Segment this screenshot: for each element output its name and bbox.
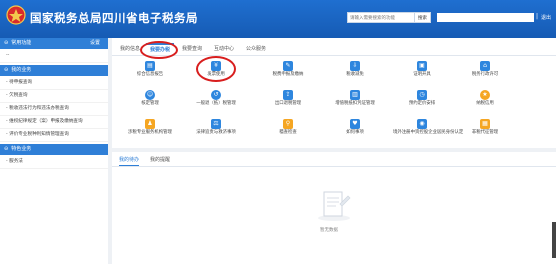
help-icon: ♥ (350, 119, 360, 129)
tile-refund[interactable]: ↺ 一般退（抵）税管理 (187, 89, 245, 115)
sidebar: ⊖ 常用功能 设置 -- ⊖ 我的业务 - 待申报查询 - 欠税查询 - 税收违法行… (0, 38, 108, 264)
sidebar-section-my-business[interactable]: ⊖ 我的业务 (0, 65, 108, 76)
tax-declare-icon: ✎ (283, 61, 293, 71)
tile-info-report[interactable]: ▤ 综合信息报告 (121, 60, 179, 86)
nontax-icon: ▦ (480, 119, 490, 129)
settings-link[interactable]: 设置 (90, 38, 100, 49)
doc-icon: ▤ (145, 61, 155, 71)
export-refund-icon: ⇪ (283, 90, 293, 100)
tile-label: 税费申报及缴纳 (272, 72, 304, 77)
tab-public-service[interactable]: 公众服务 (242, 43, 270, 55)
tile-label: 核定管理 (141, 101, 159, 106)
sidebar-item[interactable]: - 待申报查询 (0, 77, 108, 90)
agency-icon: ♟ (145, 119, 155, 129)
tile-label: 增值税抵扣凭证管理 (335, 101, 375, 106)
minus-circle-icon: ⊖ (4, 67, 9, 73)
tile-label: 一般退（抵）税管理 (196, 101, 236, 106)
tax-emblem-icon (6, 5, 26, 25)
top-header: 国家税务总局四川省电子税务局 搜索 | 退出 (0, 0, 556, 38)
tile-vat-deduct[interactable]: ▥ 增值税抵扣凭证管理 (326, 89, 384, 115)
tile-label: 非税代征管理 (471, 130, 499, 135)
service-panel: 我的信息 我要办税 我要查询 互动中心 公众服务 ▤ 综合信息报告 ¥ 发票使用… (112, 38, 556, 148)
bottom-tab-bar: 我的待办 我的提醒 (112, 155, 312, 166)
vat-deduct-icon: ▥ (350, 90, 360, 100)
site-title: 国家税务总局四川省电子税务局 (30, 11, 198, 25)
tile-label: 纳税信用 (476, 101, 494, 106)
logout-link[interactable]: 退出 (541, 14, 551, 21)
resident-icon: ◉ (417, 119, 427, 129)
empty-document-icon (318, 191, 351, 221)
tab-query[interactable]: 我要查询 (178, 43, 206, 55)
sidebar-item[interactable]: - 评价专业税种利知情管理查询 (0, 129, 108, 142)
tile-agency[interactable]: ♟ 涉税专业服务机构管理 (121, 118, 179, 144)
tile-declare[interactable]: ✎ 税费申报及缴纳 (259, 60, 317, 86)
tile-pricing[interactable]: ◷ 预约定价安排 (393, 89, 451, 115)
header-separator: | (536, 13, 539, 20)
tile-legal[interactable]: ⚖ 法律追责与救济事项 (187, 118, 245, 144)
minus-circle-icon: ⊖ (4, 40, 9, 46)
approve-icon: ☺ (145, 90, 155, 100)
tile-approve[interactable]: ☺ 核定管理 (121, 89, 179, 115)
sidebar-section-label: 常用功能 (11, 40, 32, 46)
todo-panel: 我的待办 我的提醒 暂无数据 (112, 152, 556, 264)
pricing-icon: ◷ (417, 90, 427, 100)
tile-nontax[interactable]: ▦ 非税代征管理 (456, 118, 514, 144)
tile-label: 稽查检查 (279, 130, 297, 135)
tile-label: 预约定价安排 (408, 101, 436, 106)
sidebar-section-label: 特色业务 (11, 146, 32, 152)
tile-label: 税收减免 (346, 72, 364, 77)
legal-icon: ⚖ (211, 119, 221, 129)
sidebar-section-specific[interactable]: ⊖ 特色业务 (0, 144, 108, 155)
sidebar-item[interactable]: -- (0, 50, 108, 63)
sidebar-section-label: 我的业务 (11, 67, 32, 73)
invoice-icon: ¥ (211, 61, 221, 71)
tax-reduce-icon: ⇩ (350, 61, 360, 71)
tile-resident[interactable]: ◉ 境外注册中资控股企业居民身份认定 (393, 118, 464, 144)
tile-label: 涉税专业服务机构管理 (128, 130, 172, 135)
user-info-bar[interactable] (437, 13, 534, 22)
sidebar-item[interactable]: - 税收违法行为和违法办税查询 (0, 103, 108, 116)
sidebar-section-common[interactable]: ⊖ 常用功能 设置 (0, 38, 108, 49)
search-input[interactable] (347, 12, 415, 23)
tile-label: 综合信息报告 (136, 72, 164, 77)
tile-label: 发票使用 (207, 72, 225, 77)
tab-bar: 我的信息 我要办税 我要查询 互动中心 公众服务 (112, 43, 312, 57)
tile-help[interactable]: ♥ 如何事项 (326, 118, 384, 144)
tab-my-info[interactable]: 我的信息 (116, 43, 144, 55)
credit-icon: ★ (480, 90, 490, 100)
tile-inspection[interactable]: ⚲ 稽查检查 (259, 118, 317, 144)
sidebar-item[interactable]: - 欠税查询 (0, 90, 108, 103)
tile-label: 境外注册中资控股企业居民身份认定 (393, 130, 464, 135)
tile-label: 如何事项 (346, 130, 364, 135)
minus-circle-icon: ⊖ (4, 146, 9, 152)
tab-my-todo[interactable]: 我的待办 (119, 155, 140, 166)
refund-icon: ↺ (211, 90, 221, 100)
certificate-icon: ▣ (417, 61, 427, 71)
tile-label: 证明开具 (413, 72, 431, 77)
inspection-icon: ⚲ (283, 119, 293, 129)
empty-state-text: 暂无数据 (320, 228, 338, 233)
tile-credit[interactable]: ★ 纳税信用 (456, 89, 514, 115)
tab-my-reminder[interactable]: 我的提醒 (150, 155, 170, 165)
tab-divider (112, 55, 556, 56)
tile-label: 出口退税管理 (274, 101, 302, 106)
tile-reduce[interactable]: ⇩ 税收减免 (326, 60, 384, 86)
bottom-tab-divider (112, 166, 556, 167)
tile-invoice[interactable]: ¥ 发票使用 (187, 60, 245, 86)
tile-certificate[interactable]: ▣ 证明开具 (393, 60, 451, 86)
scrollbar-edge[interactable] (552, 222, 556, 258)
sidebar-item[interactable]: - 维权纪律规定（案）申报及缴纳查询 (0, 116, 108, 129)
search-button[interactable]: 搜索 (414, 12, 431, 23)
permit-icon: ⌂ (480, 61, 490, 71)
tile-permit[interactable]: ⌂ 税务行政许可 (456, 60, 514, 86)
tile-label: 法律追责与救济事项 (196, 130, 236, 135)
sidebar-item[interactable]: - 服务法 (0, 156, 108, 169)
tile-label: 税务行政许可 (471, 72, 499, 77)
tab-interaction[interactable]: 互动中心 (210, 43, 238, 55)
tile-export-refund[interactable]: ⇪ 出口退税管理 (259, 89, 317, 115)
